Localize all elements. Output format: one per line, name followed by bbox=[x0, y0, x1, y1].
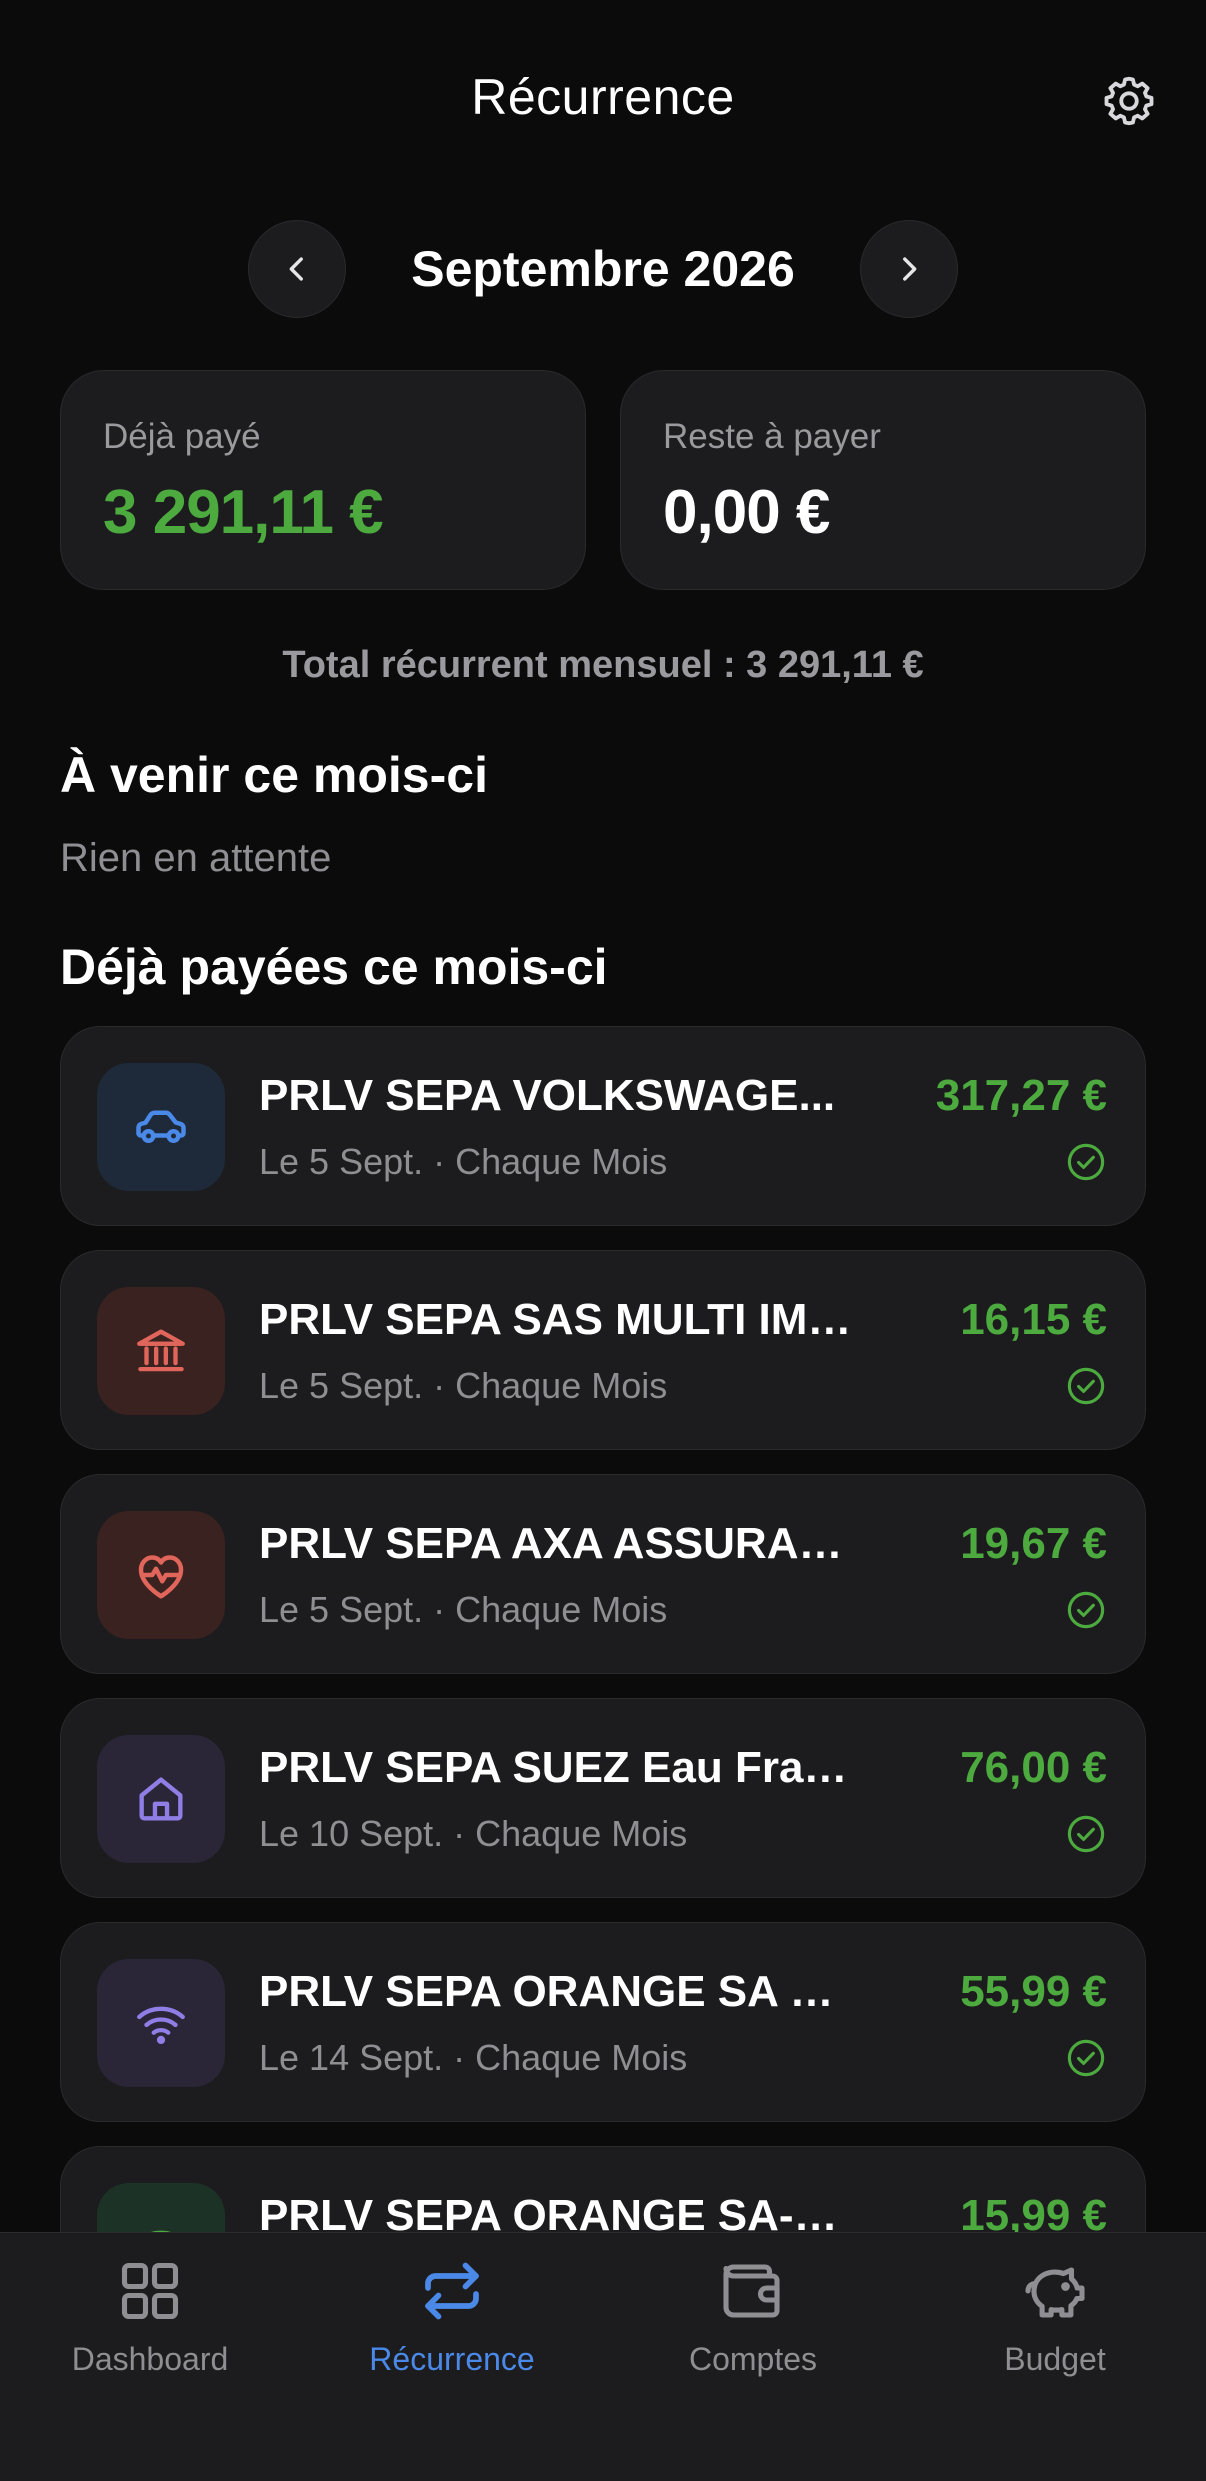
settings-button[interactable] bbox=[1098, 70, 1160, 132]
tab-label: Comptes bbox=[688, 2341, 818, 2377]
list-item[interactable]: PRLV SEPA AXA ASSURAN... Le 5 Sept. · Ch… bbox=[60, 1474, 1146, 1674]
item-title: PRLV SEPA VOLKSWAGE... bbox=[259, 1071, 836, 1120]
car-icon bbox=[136, 1110, 186, 1144]
item-icon-tile bbox=[97, 1063, 225, 1191]
bank-icon bbox=[137, 1329, 185, 1372]
item-schedule: Le 14 Sept. · Chaque Mois bbox=[259, 2037, 688, 2078]
item-schedule: Le 5 Sept. · Chaque Mois bbox=[259, 1365, 668, 1406]
list-item[interactable]: PRLV SEPA VOLKSWAGE... Le 5 Sept. · Chaq… bbox=[60, 1026, 1146, 1226]
already-paid-value: 3 291,11 € bbox=[103, 478, 384, 547]
item-icon-tile bbox=[97, 1735, 225, 1863]
tab-label: Budget bbox=[1004, 2341, 1106, 2377]
list-item[interactable]: PRLV SEPA ORANGE SA Vo... Le 14 Sept. · … bbox=[60, 1922, 1146, 2122]
item-schedule: Le 10 Sept. · Chaque Mois bbox=[259, 1813, 688, 1854]
chevron-right-icon bbox=[903, 257, 917, 281]
gear-icon bbox=[1104, 76, 1154, 126]
upcoming-empty-text: Rien en attente bbox=[60, 836, 332, 880]
check-circle-icon bbox=[1067, 1591, 1105, 1629]
monthly-total-text: Total récurrent mensuel : 3 291,11 € bbox=[282, 644, 924, 686]
item-schedule: Le 5 Sept. · Chaque Mois bbox=[259, 1589, 668, 1630]
previous-month-button[interactable] bbox=[248, 220, 346, 318]
page-title: Récurrence bbox=[471, 69, 735, 125]
tab-label: Dashboard bbox=[71, 2341, 229, 2377]
house-icon bbox=[139, 1777, 183, 1821]
wallet-icon bbox=[723, 2264, 780, 2318]
heart-pulse-icon bbox=[138, 1555, 184, 1599]
tab-dashboard[interactable]: Dashboard bbox=[0, 2255, 300, 2378]
item-amount: 76,00 € bbox=[960, 1743, 1107, 1792]
wifi-icon bbox=[137, 2006, 185, 2045]
item-title: PRLV SEPA SUEZ Eau Fran... bbox=[259, 1743, 859, 1792]
check-circle-icon bbox=[1067, 2039, 1105, 2077]
item-amount: 19,67 € bbox=[960, 1519, 1107, 1568]
list-item[interactable]: PRLV SEPA SAS MULTI IMP... Le 5 Sept. · … bbox=[60, 1250, 1146, 1450]
item-amount: 55,99 € bbox=[960, 1967, 1107, 2016]
tab-label: Récurrence bbox=[369, 2341, 535, 2377]
month-navigator: Septembre 2026 bbox=[0, 220, 1206, 318]
remaining-card: Reste à payer 0,00 € bbox=[620, 370, 1146, 590]
upcoming-section-title: À venir ce mois-ci bbox=[60, 747, 488, 803]
recurrence-screen: Récurrence Septembre 2026 Déjà payé 3 29… bbox=[0, 0, 1206, 2481]
item-title: PRLV SEPA ORANGE SA Vo... bbox=[259, 1967, 859, 2016]
check-circle-icon bbox=[1067, 1143, 1105, 1181]
item-icon-tile bbox=[97, 1287, 225, 1415]
tab-comptes[interactable]: Comptes bbox=[603, 2255, 903, 2378]
remaining-label: Reste à payer bbox=[663, 417, 881, 456]
remaining-value: 0,00 € bbox=[663, 478, 830, 547]
chevron-left-icon bbox=[289, 257, 303, 281]
already-paid-label: Déjà payé bbox=[103, 417, 261, 456]
check-circle-icon bbox=[1067, 1367, 1105, 1405]
next-month-button[interactable] bbox=[860, 220, 958, 318]
item-icon-tile bbox=[97, 1511, 225, 1639]
tab-recurrence[interactable]: Récurrence bbox=[302, 2255, 602, 2378]
item-amount: 317,27 € bbox=[935, 1071, 1107, 1120]
item-title: PRLV SEPA SAS MULTI IMP... bbox=[259, 1295, 859, 1344]
tab-budget[interactable]: Budget bbox=[905, 2255, 1205, 2378]
item-schedule: Le 5 Sept. · Chaque Mois bbox=[259, 1141, 668, 1182]
current-month-label: Septembre 2026 bbox=[411, 241, 795, 297]
item-amount: 16,15 € bbox=[960, 1295, 1107, 1344]
grid-icon bbox=[121, 2262, 179, 2320]
list-item[interactable]: PRLV SEPA SUEZ Eau Fran... Le 10 Sept. ·… bbox=[60, 1698, 1146, 1898]
check-circle-icon bbox=[1067, 1815, 1105, 1853]
piggy-bank-icon bbox=[1025, 2267, 1085, 2318]
paid-section-title: Déjà payées ce mois-ci bbox=[60, 939, 608, 995]
item-icon-tile bbox=[97, 1959, 225, 2087]
tab-bar: Dashboard Récurrence Comptes Budget bbox=[0, 2232, 1206, 2481]
item-title: PRLV SEPA AXA ASSURAN... bbox=[259, 1519, 859, 1568]
already-paid-card: Déjà payé 3 291,11 € bbox=[60, 370, 586, 590]
repeat-icon bbox=[425, 2262, 479, 2320]
